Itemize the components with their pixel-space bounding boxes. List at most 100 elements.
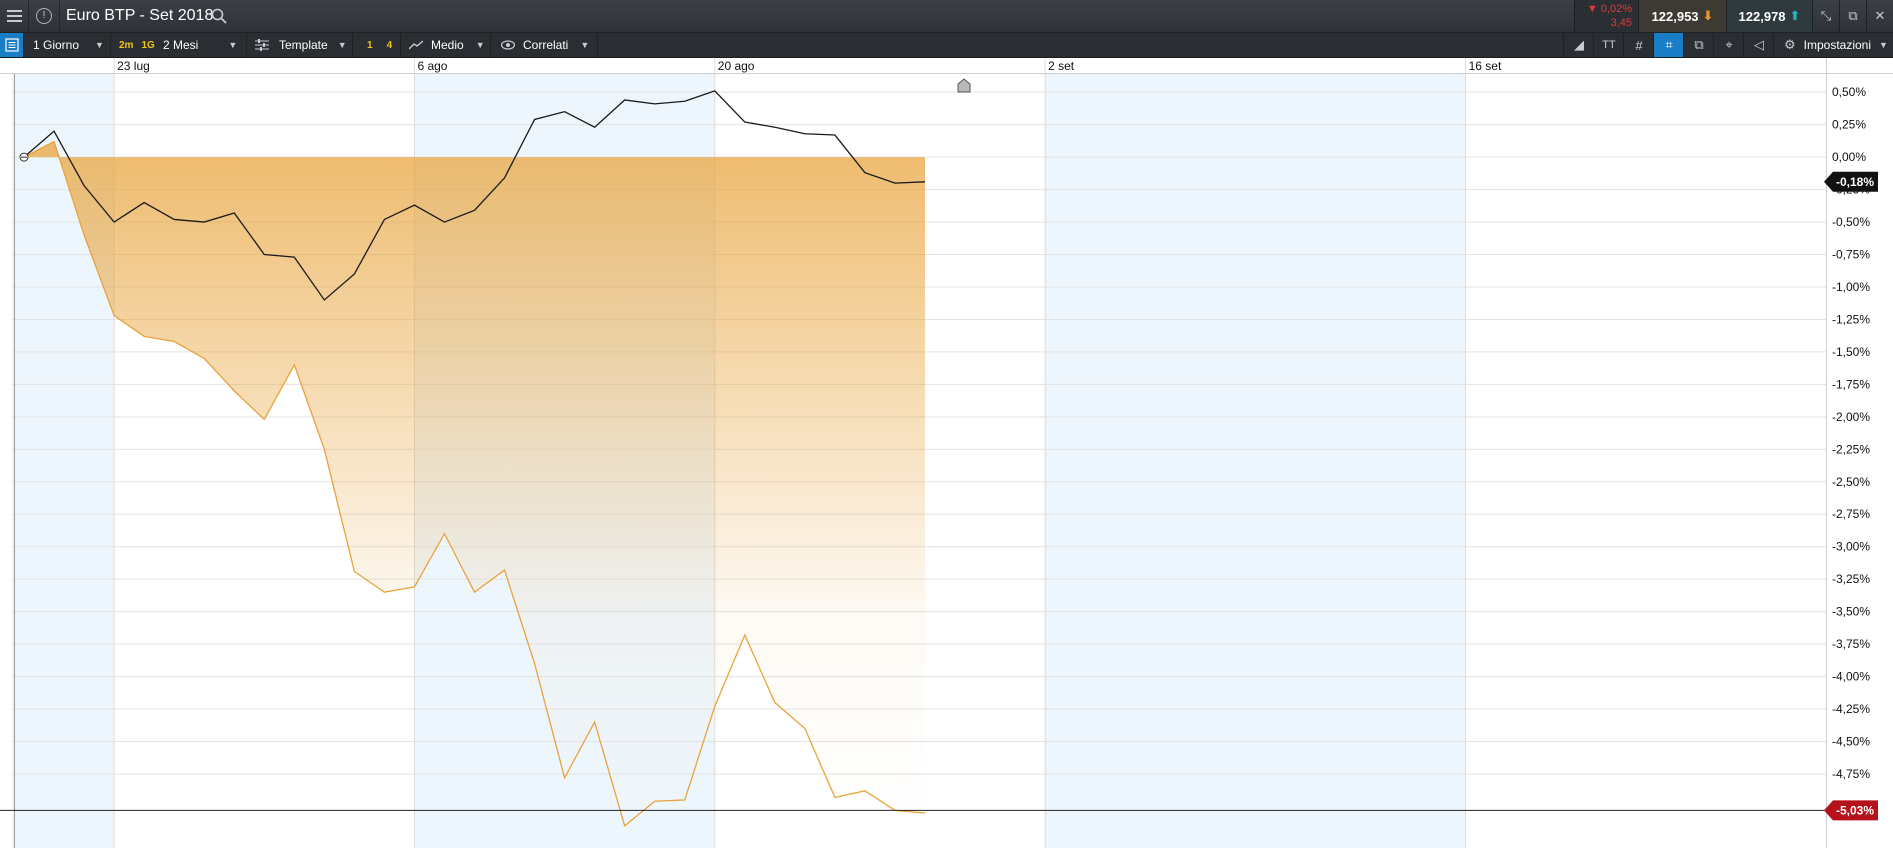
y-tick-label: -1,25% [1832, 312, 1870, 326]
indicator-select[interactable]: Medio ▼ [401, 33, 491, 57]
y-tick-label: 0,00% [1832, 150, 1866, 164]
pencil-icon: ◢ [1574, 37, 1584, 52]
y-tick-label: -4,25% [1832, 702, 1870, 716]
arrow-up-icon: ⬆ [1789, 8, 1801, 23]
settings-select[interactable]: ⚙ Impostazioni ▼ [1773, 33, 1893, 57]
quick-period-1g[interactable]: 1G [137, 40, 158, 51]
info-icon: ! [36, 8, 52, 24]
grid-icon: # [1635, 37, 1643, 53]
info-button[interactable]: ! [29, 0, 60, 32]
y-tick-label: -4,75% [1832, 767, 1870, 781]
quote-area: ▼ 0,02% 3,45 122,953 ⬇ 122,978 ⬆ ⤡ ⧉ ✕ [1574, 0, 1893, 32]
search-icon[interactable] [211, 8, 227, 24]
main-last-value-tag: -0,18% [1836, 175, 1874, 189]
correlated-select[interactable]: Correlati ▼ [491, 33, 598, 57]
copy-icon: ⧉ [1694, 37, 1704, 52]
y-tick-label: -1,75% [1832, 377, 1870, 391]
y-tick-label: -2,00% [1832, 410, 1870, 424]
crosshair-button[interactable]: ⌖ [1713, 33, 1744, 57]
draw-tool-button[interactable]: ◢ [1563, 33, 1594, 57]
quick-period-2m[interactable]: 2m [115, 40, 137, 51]
x-tick-label: 20 ago [718, 59, 755, 73]
y-tick-label: -0,50% [1832, 215, 1870, 229]
gear-icon: ⚙ [1784, 37, 1796, 52]
x-tick-label: 6 ago [417, 59, 447, 73]
y-tick-label: 0,50% [1832, 85, 1866, 99]
grid-active-icon: ⌗ [1665, 37, 1673, 52]
chart-area[interactable]: 23 lug 6 ago 20 ago 2 set 16 set 0,50% 0,25% 0,… [0, 58, 1893, 848]
compare-last-value-tag: -5,03% [1836, 803, 1874, 817]
y-tick-label: -3,50% [1832, 605, 1870, 619]
sliders-icon [255, 39, 269, 51]
line-chart-icon [409, 40, 423, 50]
bid-price: 122,953 [1651, 8, 1699, 24]
period-select[interactable]: 1 Giorno ▼ [25, 33, 111, 57]
copy-chart-button[interactable]: ⧉ [1683, 33, 1714, 57]
y-tick-label: -1,00% [1832, 280, 1870, 294]
chevron-down-icon: ▼ [1879, 40, 1888, 50]
collapse-icon: ⤡ [1820, 8, 1832, 23]
layout-1-button[interactable]: 1 [363, 40, 377, 51]
chevron-down-icon: ▼ [337, 40, 347, 50]
chart-toolbar: 1 Giorno ▼ 2m 1G 2 Mesi ▼ Template ▼ 1 4… [0, 33, 1893, 58]
chevron-down-icon: ▼ [228, 40, 238, 50]
crosshair-icon: ⌖ [1725, 37, 1733, 52]
settings-label: Impostazioni [1803, 38, 1872, 52]
correlated-label: Correlati [523, 38, 569, 52]
x-tick-label: 16 set [1469, 59, 1502, 73]
chevron-down-icon: ▼ [580, 40, 590, 50]
period-band [1045, 74, 1466, 848]
template-label: Template [279, 38, 328, 52]
minimize-button[interactable]: ⤡ [1812, 0, 1839, 32]
tag-icon: ◁ [1754, 37, 1764, 52]
change-percent: ▼ 0,02% [1586, 3, 1632, 15]
text-tool-button[interactable]: TT [1593, 33, 1624, 57]
price-chart[interactable]: 23 lug 6 ago 20 ago 2 set 16 set 0,50% 0,25% 0,… [0, 58, 1893, 848]
grid-tool-button[interactable]: # [1623, 33, 1654, 57]
x-tick-label: 23 lug [117, 59, 150, 73]
change-absolute: 3,45 [1610, 17, 1632, 29]
crosshair-grid-button[interactable]: ⌗ [1653, 33, 1684, 57]
price-change: ▼ 0,02% 3,45 [1574, 0, 1638, 32]
y-tick-label: -2,50% [1832, 475, 1870, 489]
text-icon: TT [1602, 39, 1616, 51]
y-tick-label: -2,25% [1832, 442, 1870, 456]
layout-chips: 1 4 [353, 33, 401, 57]
price-tag-button[interactable]: ◁ [1743, 33, 1774, 57]
x-tick-label: 2 set [1048, 59, 1075, 73]
close-button[interactable]: ✕ [1866, 0, 1893, 32]
buy-price-button[interactable]: 122,978 ⬆ [1726, 0, 1812, 32]
layout-4-button[interactable]: 4 [383, 40, 397, 51]
template-select[interactable]: Template ▼ [247, 33, 353, 57]
y-tick-label: -4,50% [1832, 735, 1870, 749]
y-tick-label: -3,75% [1832, 637, 1870, 651]
close-icon: ✕ [1874, 8, 1886, 23]
sell-price-button[interactable]: 122,953 ⬇ [1638, 0, 1726, 32]
menu-button[interactable] [0, 0, 29, 32]
popout-button[interactable]: ⧉ [1839, 0, 1866, 32]
indicator-label: Medio [431, 38, 464, 52]
range-label: 2 Mesi [163, 38, 199, 52]
title-bar: ! Euro BTP - Set 2018 ▼ 0,02% 3,45 122,9… [0, 0, 1893, 33]
external-window-icon: ⧉ [1848, 8, 1858, 23]
chart-list-icon [4, 38, 19, 52]
home-marker-icon [957, 78, 971, 93]
instrument-title: Euro BTP - Set 2018 [66, 7, 214, 24]
hamburger-icon [6, 15, 22, 17]
y-tick-label: -3,00% [1832, 540, 1870, 554]
chevron-down-icon: ▼ [95, 40, 104, 50]
y-tick-label: -2,75% [1832, 507, 1870, 521]
y-tick-label: -4,00% [1832, 670, 1870, 684]
range-select[interactable]: 2 Mesi ▼ [159, 33, 247, 57]
quick-periods: 2m 1G [111, 33, 159, 57]
y-tick-label: 0,25% [1832, 118, 1866, 132]
ask-price: 122,978 [1738, 8, 1786, 24]
arrow-down-icon: ⬇ [1702, 8, 1714, 23]
chart-type-button[interactable] [0, 33, 24, 57]
chevron-down-icon: ▼ [475, 40, 485, 50]
period-label: 1 Giorno [33, 38, 80, 52]
y-tick-label: -3,25% [1832, 572, 1870, 586]
y-tick-label: -1,50% [1832, 345, 1870, 359]
eye-icon [501, 40, 515, 50]
y-tick-label: -0,75% [1832, 248, 1870, 262]
